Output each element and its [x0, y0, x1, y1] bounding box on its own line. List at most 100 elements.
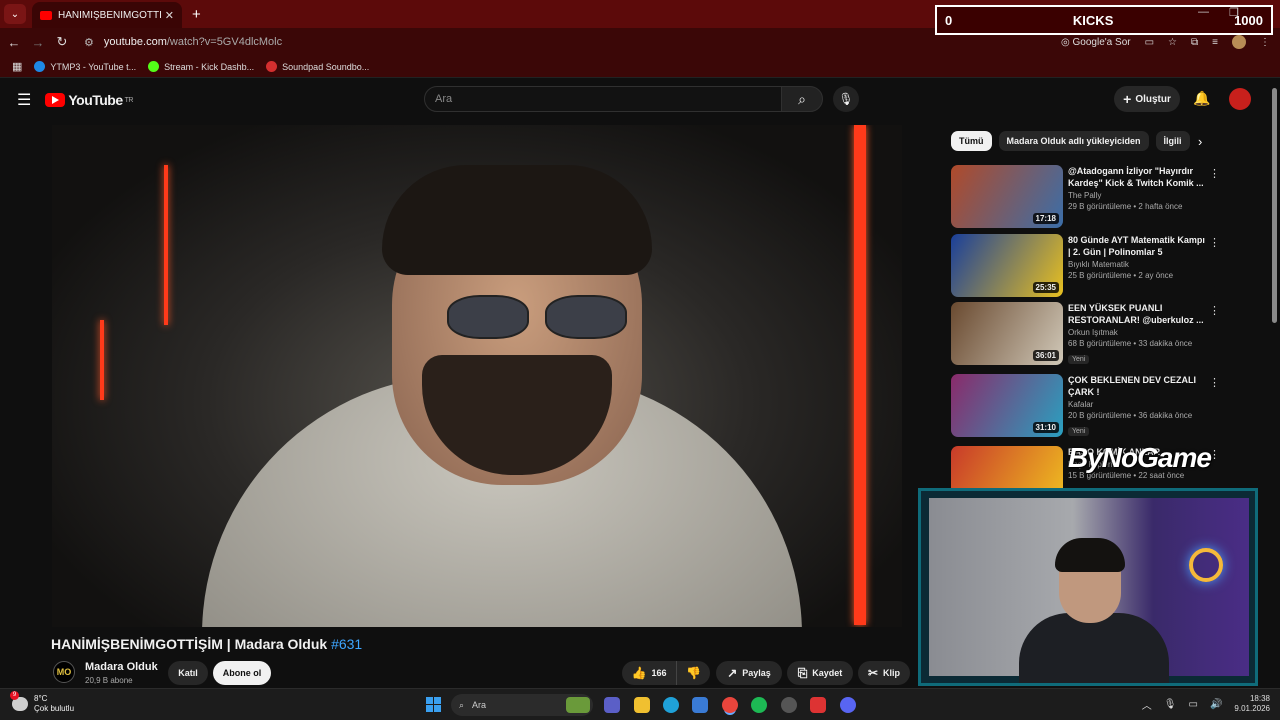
weather-temperature: 8°C [34, 694, 48, 703]
webcam-feed [929, 498, 1249, 683]
monitor-icon[interactable]: ▭ [1189, 699, 1198, 710]
browser-profile-avatar[interactable] [1232, 35, 1246, 49]
store-icon[interactable] [692, 697, 708, 713]
clip-button[interactable]: ✂ Klip [858, 661, 910, 685]
cast-icon[interactable]: ▭ [1145, 37, 1154, 48]
scissors-icon: ✂ [867, 666, 879, 680]
channel-name[interactable]: Madara Olduk [85, 661, 158, 673]
video-thumbnail[interactable]: 17:18 [951, 165, 1063, 228]
extensions-icon[interactable]: ⧉ [1191, 37, 1198, 48]
clock[interactable]: 18:38 9.01.2026 [1234, 694, 1270, 714]
kicks-counter-overlay: 0 KICKS 1000 [935, 5, 1273, 35]
create-button[interactable]: + Oluştur [1114, 86, 1180, 112]
voice-search-button[interactable]: 🎙 [833, 86, 859, 112]
youtube-favicon-icon [40, 10, 52, 20]
bookmark-star-icon[interactable]: ☆ [1168, 37, 1177, 48]
filter-chip[interactable]: Madara Olduk adlı yükleyiciden [998, 131, 1149, 151]
channel-name[interactable]: Kafalar [1068, 400, 1208, 409]
steam-icon[interactable] [781, 697, 797, 713]
bookmark-item[interactable]: Stream - Kick Dashb... [148, 61, 254, 72]
search-button[interactable]: ⌕ [781, 86, 823, 112]
forward-icon[interactable]: → [26, 35, 50, 50]
new-badge: Yeni [1068, 427, 1090, 436]
video-duration: 31:10 [1032, 422, 1059, 433]
video-title[interactable]: EEN YÜKSEK PUANLI RESTORANLAR! @uberkulo… [1068, 302, 1208, 326]
channel-name[interactable]: The Pally [1068, 191, 1208, 200]
bookmarks-bar: ▦ YTMP3 - YouTube t... Stream - Kick Dash… [0, 56, 1280, 78]
youtube-profile-avatar[interactable] [1229, 88, 1251, 110]
share-button[interactable]: ↗ Paylaş [716, 661, 782, 685]
webcam-overlay [918, 488, 1258, 686]
discord-icon[interactable] [840, 697, 856, 713]
filter-chip[interactable]: Tümü [951, 131, 992, 151]
video-duration: 25:35 [1032, 282, 1059, 293]
hamburger-menu-icon[interactable]: ☰ [17, 90, 31, 110]
chrome-icon[interactable] [722, 697, 738, 713]
ring-light [1189, 548, 1223, 582]
dislike-button[interactable]: 👎 [676, 661, 710, 685]
clock-time: 18:38 [1249, 694, 1270, 703]
video-thumbnail[interactable]: 31:10 [951, 374, 1063, 437]
like-button[interactable]: 👍 166 [622, 661, 676, 685]
app-icon[interactable] [810, 697, 826, 713]
video-thumbnail[interactable]: 36:01 [951, 302, 1063, 365]
windows-taskbar: 9 8°C Çok bulutlu ⌕ Ara ︿ 🎙 ▭ 🔊 18:38 9.… [0, 688, 1280, 720]
system-tray: ︿ 🎙 ▭ 🔊 18:38 9.01.2026 [1142, 694, 1270, 714]
video-thumbnail[interactable]: 25:35 [951, 234, 1063, 297]
reload-icon[interactable]: ↻ [50, 34, 74, 50]
bookmark-item[interactable]: Soundpad Soundbo... [266, 61, 369, 72]
recommended-video[interactable]: 25:35 80 Günde AYT Matematik Kampı | 2. G… [951, 234, 1221, 298]
more-options-icon[interactable]: ⋮ [1209, 376, 1220, 389]
search-input[interactable]: Ara [424, 86, 782, 112]
tab-youtube[interactable]: HANİMİŞBENİMGOTTİŞİM | Ma ✕ [32, 2, 182, 28]
minimize-icon[interactable]: — [1198, 6, 1209, 18]
recommended-video[interactable]: 17:18 @Atadogann İzliyor "Hayırdır Kardeş… [951, 165, 1221, 229]
channel-avatar[interactable]: MO [53, 661, 75, 683]
channel-name[interactable]: Bıyıklı Matematik [1068, 260, 1208, 269]
volume-icon[interactable]: 🔊 [1210, 699, 1222, 710]
video-title-text: HANİMİŞBENİMGOTTİŞİM | Madara Olduk [51, 636, 328, 652]
filter-chip[interactable]: İlgili [1155, 131, 1190, 151]
chevron-right-icon[interactable]: › [1198, 134, 1202, 149]
more-options-icon[interactable]: ⋮ [1209, 304, 1220, 317]
page-scrollbar[interactable] [1272, 88, 1277, 323]
youtube-logo[interactable]: YouTube TR [45, 92, 134, 108]
microphone-tray-icon[interactable]: 🎙 [1164, 699, 1177, 710]
tray-chevron-icon[interactable]: ︿ [1142, 697, 1152, 712]
apps-grid-icon[interactable]: ▦ [12, 60, 22, 73]
recommended-video[interactable]: 31:10 ÇOK BEKLENEN DEV CEZALI ÇARK ! Kafal… [951, 374, 1221, 438]
video-title[interactable]: ÇOK BEKLENEN DEV CEZALI ÇARK ! [1068, 374, 1208, 398]
browser-menu-icon[interactable]: ⋮ [1260, 37, 1270, 48]
more-options-icon[interactable]: ⋮ [1209, 236, 1220, 249]
tab-close-icon[interactable]: ✕ [165, 9, 174, 22]
video-title[interactable]: @Atadogann İzliyor "Hayırdır Kardeş" Kic… [1068, 165, 1208, 189]
bookmark-item[interactable]: YTMP3 - YouTube t... [34, 61, 136, 72]
back-icon[interactable]: ← [2, 35, 26, 50]
url-field[interactable]: ⚙ youtube.com/watch?v=5GV4dlcMolc [84, 36, 282, 49]
video-episode-hashtag[interactable]: #631 [331, 636, 362, 652]
join-button[interactable]: Katıl [168, 661, 208, 685]
microphone-icon: 🎙 [838, 92, 854, 106]
google-ask-button[interactable]: ◎ Google'a Sor [1061, 37, 1131, 48]
thumbs-up-icon: 👍 [631, 666, 647, 680]
weather-widget[interactable]: 9 8°C Çok bulutlu [10, 691, 74, 714]
new-tab-button[interactable]: + [192, 6, 201, 23]
video-title[interactable]: 80 Günde AYT Matematik Kampı | 2. Gün | … [1068, 234, 1208, 258]
recommended-video[interactable]: 36:01 EEN YÜKSEK PUANLI RESTORANLAR! @ube… [951, 302, 1221, 366]
tab-list-button[interactable]: ⌄ [4, 4, 26, 24]
site-info-icon[interactable]: ⚙ [84, 36, 94, 49]
file-explorer-icon[interactable] [634, 697, 650, 713]
windows-start-icon[interactable] [426, 697, 441, 712]
video-player[interactable] [52, 125, 902, 627]
notifications-bell-icon[interactable]: 🔔 [1193, 90, 1210, 107]
more-options-icon[interactable]: ⋮ [1209, 167, 1220, 180]
channel-name[interactable]: Orkun Işıtmak [1068, 328, 1208, 337]
edge-icon[interactable] [663, 697, 679, 713]
maximize-icon[interactable]: ❐ [1229, 6, 1239, 19]
subscribe-button[interactable]: Abone ol [213, 661, 271, 685]
reading-list-icon[interactable]: ≡ [1212, 37, 1218, 48]
save-button[interactable]: ⎘ Kaydet [787, 661, 853, 685]
teams-icon[interactable] [604, 697, 620, 713]
weather-badge: 9 [10, 691, 19, 700]
spotify-icon[interactable] [751, 697, 767, 713]
